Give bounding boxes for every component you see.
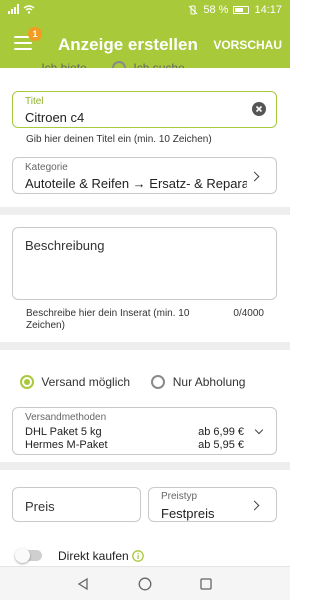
clear-icon[interactable] [252, 102, 266, 116]
back-icon[interactable] [77, 578, 89, 590]
section-divider [0, 342, 290, 350]
chevron-right-icon [249, 171, 260, 182]
battery-icon [233, 6, 250, 14]
category-label: Kategorie [25, 162, 68, 173]
page-title: Anzeige erstellen [58, 35, 198, 54]
title-field[interactable]: Titel Citroen c4 [12, 91, 277, 128]
battery-percent: 58 % [203, 4, 229, 16]
section-divider [0, 207, 290, 215]
shipping-methods-label: Versandmethoden [25, 412, 107, 423]
buy-now-toggle[interactable] [15, 548, 42, 563]
shipping-method-price: ab 6,99 € [198, 426, 244, 438]
status-bar: 58 % 14:17 [0, 0, 290, 22]
category-value: Autoteile & Reifen → Ersatz- & Reparatur… [25, 176, 247, 191]
price-field[interactable]: Preis [12, 487, 141, 522]
recents-icon[interactable] [200, 578, 212, 590]
description-placeholder: Beschreibung [25, 238, 105, 253]
radio-pickup-icon[interactable] [151, 374, 166, 389]
appbar-spacer [0, 68, 290, 72]
shipping-method-name: DHL Paket 5 kg [25, 426, 102, 438]
shipping-option-label[interactable]: Versand möglich [41, 375, 130, 389]
signal-icon [8, 4, 19, 14]
chevron-right-icon [249, 500, 260, 511]
wifi-icon [23, 4, 35, 14]
preview-button[interactable]: VORSCHAU [213, 38, 282, 52]
toggle-knob [15, 548, 30, 563]
description-counter: 0/4000 [233, 308, 264, 319]
buy-now-label: Direkt kaufen [58, 549, 129, 563]
category-field[interactable]: Kategorie Autoteile & Reifen → Ersatz- &… [12, 157, 277, 194]
shipping-method-price: ab 5,95 € [198, 439, 244, 451]
shipping-method-name: Hermes M-Paket [25, 439, 108, 451]
description-help: Beschreibe hier dein Inserat (min. 10 Ze… [26, 308, 190, 331]
pickup-option-label[interactable]: Nur Abholung [173, 375, 246, 389]
vibrate-off-icon [189, 5, 198, 15]
status-right: 58 % 14:17 [188, 4, 282, 16]
home-icon[interactable] [138, 577, 152, 591]
price-type-label: Preistyp [161, 491, 198, 502]
price-placeholder: Preis [25, 499, 55, 514]
system-nav-bar [0, 566, 290, 600]
notification-badge: 1 [28, 27, 42, 41]
status-left [8, 4, 35, 14]
description-field[interactable]: Beschreibung [12, 227, 277, 300]
title-value: Citroen c4 [25, 110, 85, 125]
price-type-value: Festpreis [161, 506, 215, 521]
price-type-field[interactable]: Preistyp Festpreis [148, 487, 277, 522]
clock: 14:17 [254, 4, 282, 16]
title-help: Gib hier deinen Titel ein (min. 10 Zeich… [26, 134, 212, 145]
title-label: Titel [25, 96, 44, 107]
shipping-methods-field[interactable]: Versandmethoden DHL Paket 5 kg ab 6,99 €… [12, 407, 277, 455]
chevron-down-icon [254, 425, 264, 435]
radio-shipping-icon[interactable] [20, 374, 34, 389]
shipping-option-group: Versand möglich Nur Abholung [20, 374, 245, 389]
info-icon[interactable] [132, 550, 144, 562]
section-divider [0, 462, 290, 470]
